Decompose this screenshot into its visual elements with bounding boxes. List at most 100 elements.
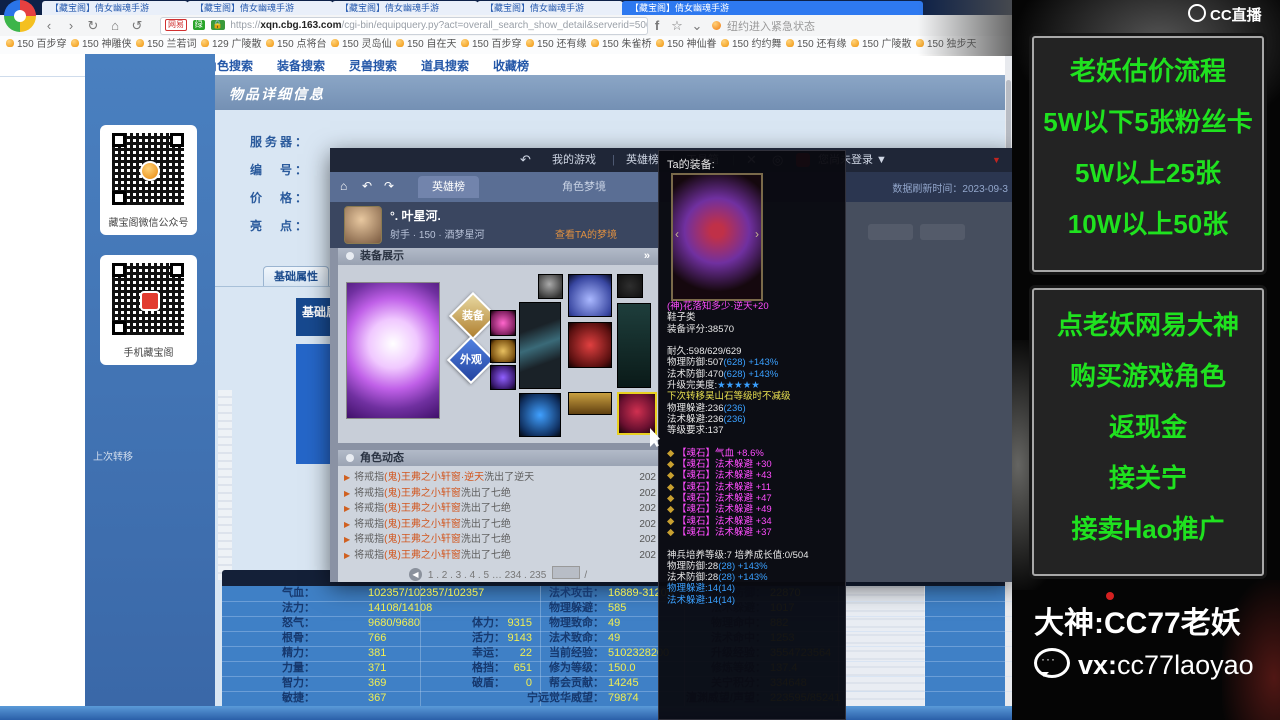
activity-row[interactable]: ▶ 将戒指(鬼)王弗之小轩窗洗出了七绝 202 — [338, 501, 658, 516]
bookmark-item[interactable]: 150 广陵散 — [851, 38, 911, 52]
stat-label: 力量： — [282, 662, 315, 674]
site-nav-link[interactable]: 收藏榜 — [493, 57, 529, 74]
ad-line: 接关宁 — [1108, 463, 1187, 493]
tooltip-segment: 升级完美度: — [667, 380, 718, 392]
equip-icon-gem-purple[interactable] — [490, 365, 516, 390]
tab-hero-rank[interactable]: 英雄榜 — [418, 176, 479, 198]
bookmark-item[interactable]: 150 点将台 — [266, 38, 326, 52]
bookmark-item[interactable]: 150 百步穿 — [461, 38, 521, 52]
tab-basic-attributes[interactable]: 基础属性 — [263, 266, 329, 287]
ranking-tab[interactable] — [868, 224, 913, 240]
chevron-down-icon[interactable]: ⌄ — [688, 16, 706, 35]
window-menu-icon[interactable]: ▼ — [992, 148, 1001, 172]
home-icon[interactable]: ⌂ — [340, 179, 347, 193]
browser-tab[interactable]: 【藏宝阁】倩女幽魂手游 — [42, 1, 188, 15]
bookmark-item[interactable]: 129 广陵散 — [201, 38, 261, 52]
appearance-mode-button[interactable]: 外观 — [446, 335, 496, 385]
share-icon[interactable]: f — [648, 16, 666, 35]
expand-arrow-icon[interactable]: ▶ — [338, 473, 354, 482]
address-bar[interactable]: 网易 绿 🔒 https://xqn.cbg.163.com/cgi-bin/e… — [160, 17, 648, 35]
equip-icon-bow[interactable] — [519, 302, 561, 389]
url-host: xqn.cbg.163.com — [260, 20, 342, 31]
bookmark-item[interactable]: 150 还有缘 — [786, 38, 846, 52]
browser-tab[interactable]: 【藏宝阁】倩女幽魂手游 — [622, 1, 923, 15]
bookmark-item[interactable]: 150 兰若词 — [136, 38, 196, 52]
forward-icon[interactable]: › — [62, 16, 80, 35]
browser-tab[interactable]: 【藏宝阁】倩女幽魂手游 — [477, 1, 623, 15]
equip-icon-boots-selected[interactable] — [617, 392, 657, 435]
tooltip-line: ◆ 【魂石】法术躲避 +49 — [667, 504, 839, 515]
bookmark-item[interactable]: 150 朱雀桥 — [591, 38, 651, 52]
equip-icon-red-armor[interactable] — [568, 322, 612, 368]
star-icon[interactable]: ☆ — [668, 16, 686, 35]
site-nav-link[interactable]: 灵兽搜索 — [349, 57, 397, 74]
refresh-icon[interactable]: ↻ — [84, 16, 102, 35]
back-icon[interactable]: ↶ — [362, 179, 372, 193]
pagination[interactable]: ◀ 1 . 2 . 3 . 4 . 5 … 234 . 235 / — [338, 566, 658, 582]
bookmark-item[interactable]: 150 自在天 — [396, 38, 456, 52]
activity-date: 202 — [639, 534, 656, 545]
equip-icon-gold-box[interactable] — [568, 392, 612, 415]
next-item-arrow[interactable]: › — [755, 227, 759, 241]
page-separator: / — [584, 570, 588, 581]
expand-arrow-icon[interactable]: ▶ — [338, 535, 354, 544]
tooltip-segment: 【魂石】法术躲避 +11 — [676, 481, 772, 493]
activity-row[interactable]: ▶ 将戒指(鬼)王弗之小轩窗·逆天洗出了逆天 202 — [338, 470, 658, 485]
collapse-icon[interactable]: » — [644, 248, 650, 265]
equip-icon-pouch[interactable] — [538, 274, 563, 299]
activity-row[interactable]: ▶ 将戒指(鬼)王弗之小轩窗洗出了七绝 202 — [338, 517, 658, 532]
tooltip-line: 鞋子类 — [667, 312, 839, 323]
activity-row[interactable]: ▶ 将戒指(鬼)王弗之小轩窗洗出了七绝 202 — [338, 532, 658, 547]
equip-icon-cloth[interactable] — [617, 274, 643, 298]
browser-tab[interactable]: 【藏宝阁】倩女幽魂手游 — [187, 1, 333, 15]
tooltip-segment: 物理防御:28 — [667, 560, 719, 572]
expand-arrow-icon[interactable]: ▶ — [338, 504, 354, 513]
bookmark-item[interactable]: 150 神雕侠 — [71, 38, 131, 52]
expand-arrow-icon[interactable]: ▶ — [338, 551, 354, 560]
activity-post: 洗出了七绝 — [460, 503, 511, 514]
stat-value: 14108/14108 — [368, 602, 433, 614]
equip-icon-gem-pink[interactable] — [490, 310, 516, 336]
equip-icon-shield[interactable] — [617, 303, 651, 388]
page-input[interactable] — [552, 566, 581, 579]
green-badge: 绿 — [192, 20, 205, 30]
bookmark-item[interactable]: 150 百步穿 — [6, 38, 66, 52]
equip-icon-gold[interactable] — [490, 339, 516, 363]
prev-page-icon[interactable]: ◀ — [408, 568, 422, 581]
section-equip-header: 装备展示 » — [338, 248, 658, 265]
browser-tab[interactable]: 【藏宝阁】倩女幽魂手游 — [332, 1, 478, 15]
bookmark-item[interactable]: 150 神仙眷 — [656, 38, 716, 52]
home-icon[interactable]: ⌂ — [106, 16, 124, 35]
activity-row[interactable]: ▶ 将戒指(鬼)王弗之小轩窗洗出了七绝 202 — [338, 548, 658, 563]
bookmark-item[interactable]: 150 独步天 — [916, 38, 976, 52]
equip-icon-crown[interactable] — [568, 274, 612, 317]
back-icon[interactable]: ‹ — [40, 16, 58, 35]
tooltip-line: ◆ 【魂石】法术躲避 +30 — [667, 459, 839, 470]
back-arrow-icon[interactable]: ↶ — [520, 148, 531, 172]
bookmark-item[interactable]: 150 还有缘 — [526, 38, 586, 52]
activity-row[interactable]: ▶ 将戒指(鬼)王弗之小轩窗洗出了七绝 202 — [338, 486, 658, 501]
tooltip-segment: +143% — [745, 368, 779, 380]
view-dream-link[interactable]: 查看TA的梦境 — [555, 226, 617, 241]
stat-value: 49 — [608, 617, 621, 629]
hot-notification[interactable]: 纽约进入紧急状态 — [727, 18, 815, 34]
ranking-tab[interactable] — [920, 224, 965, 240]
undo-icon[interactable]: ↺ — [128, 16, 146, 35]
expand-arrow-icon[interactable]: ▶ — [338, 520, 354, 529]
expand-arrow-icon[interactable]: ▶ — [338, 489, 354, 498]
bell-icon — [526, 39, 534, 47]
bookmark-item[interactable]: 150 灵岛仙 — [331, 38, 391, 52]
site-nav-link[interactable]: 道具搜索 — [421, 57, 469, 74]
prev-item-arrow[interactable]: ‹ — [675, 227, 679, 241]
menu-hero-rank[interactable]: 英雄榜 — [626, 148, 659, 172]
menu-my-games[interactable]: 我的游戏 — [552, 148, 596, 172]
forward-icon[interactable]: ↷ — [384, 179, 394, 193]
browser-logo-icon[interactable] — [4, 0, 36, 32]
site-nav-link[interactable]: 装备搜索 — [277, 57, 325, 74]
tab-role-dream[interactable]: 角色梦境 — [548, 176, 620, 198]
equip-icon-claw[interactable] — [519, 393, 561, 437]
bookmark-item[interactable]: 150 约约舞 — [721, 38, 781, 52]
browser-toolbar: ‹ › ↻ ⌂ ↺ ☆ 网易 绿 🔒 https://xqn.cbg.163.c… — [0, 15, 1012, 37]
activity-pre: 将戒指 — [354, 503, 385, 514]
page-numbers[interactable]: 1 . 2 . 3 . 4 . 5 … 234 . 235 — [428, 570, 546, 581]
